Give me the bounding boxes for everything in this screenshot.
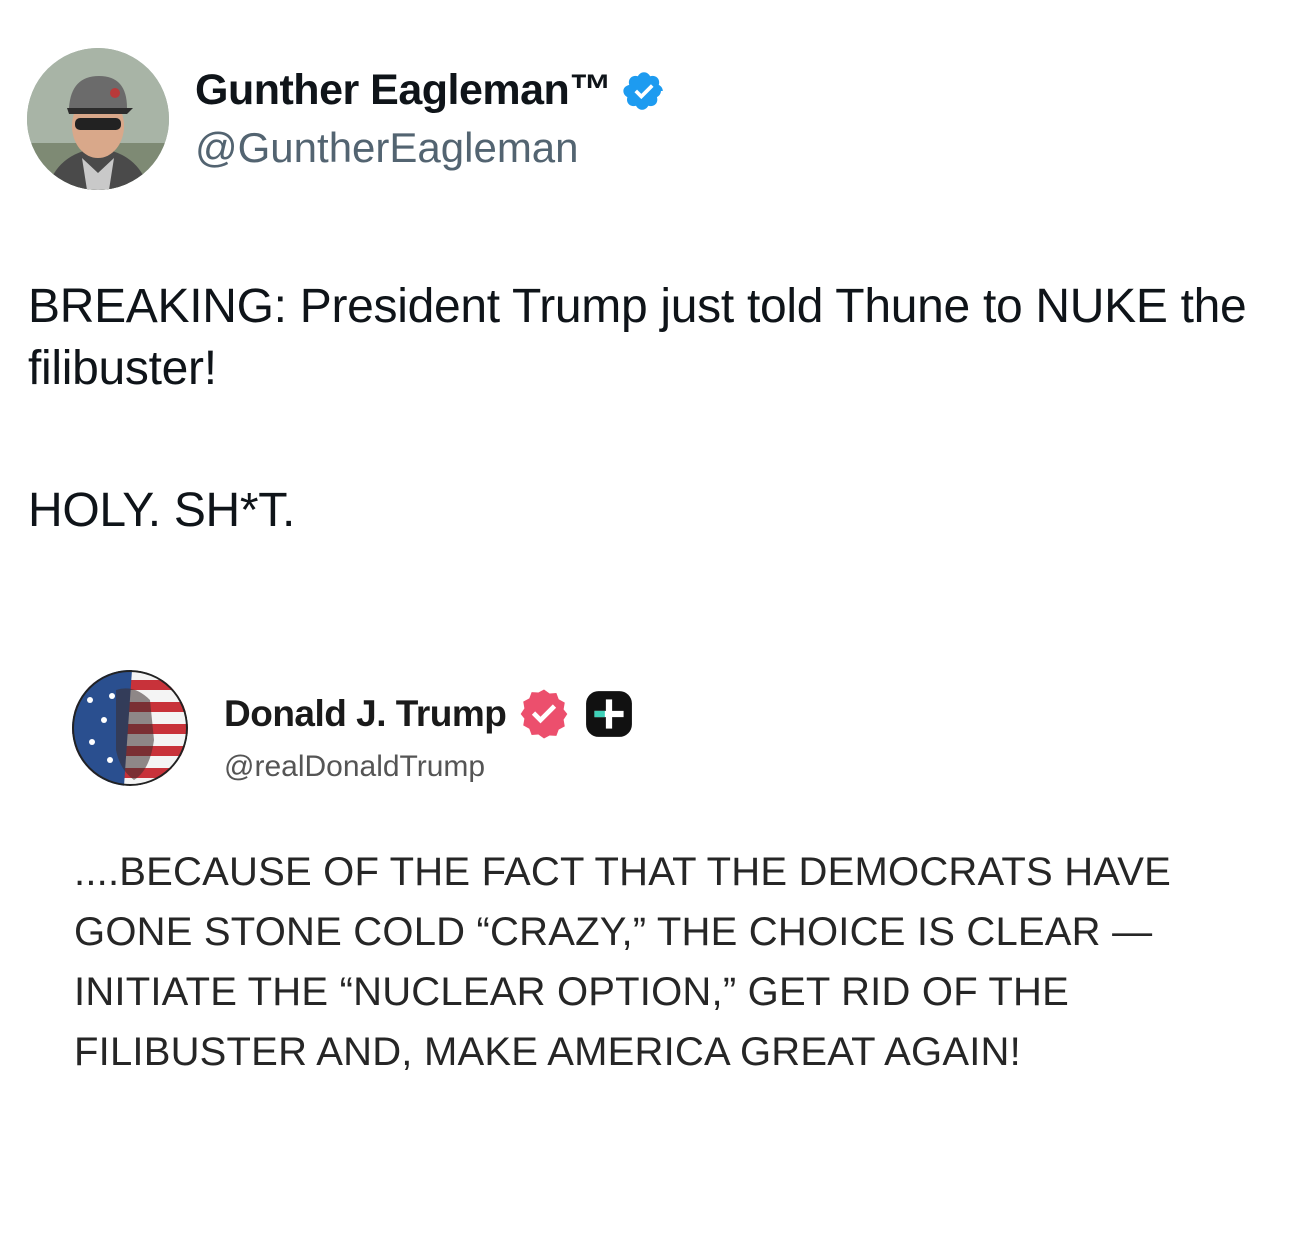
tweet-text-line2: HOLY. SH*T.: [28, 484, 296, 537]
tweet: Gunther Eagleman™ @GuntherEagleman BREAK…: [0, 0, 1290, 1255]
author-avatar[interactable]: [27, 48, 169, 190]
author-name[interactable]: Gunther Eagleman™: [195, 66, 612, 115]
tweet-text-line1: BREAKING: President Trump just told Thun…: [28, 280, 1247, 395]
embedded-name-row: Donald J. Trump: [224, 686, 634, 742]
verified-badge-icon: [516, 686, 572, 742]
embedded-post-text: ....BECAUSE OF THE FACT THAT THE DEMOCRA…: [74, 850, 1171, 1074]
embedded-author-handle: @realDonaldTrump: [224, 750, 486, 783]
plus-icon: [584, 689, 634, 739]
embedded-avatar: [72, 670, 188, 786]
author-handle[interactable]: @GuntherEagleman: [195, 124, 579, 172]
embedded-author-name: Donald J. Trump: [224, 693, 507, 734]
author-name-row: Gunther Eagleman™: [195, 66, 666, 115]
tweet-text: BREAKING: President Trump just told Thun…: [28, 276, 1258, 542]
verified-badge-icon: [622, 69, 666, 113]
